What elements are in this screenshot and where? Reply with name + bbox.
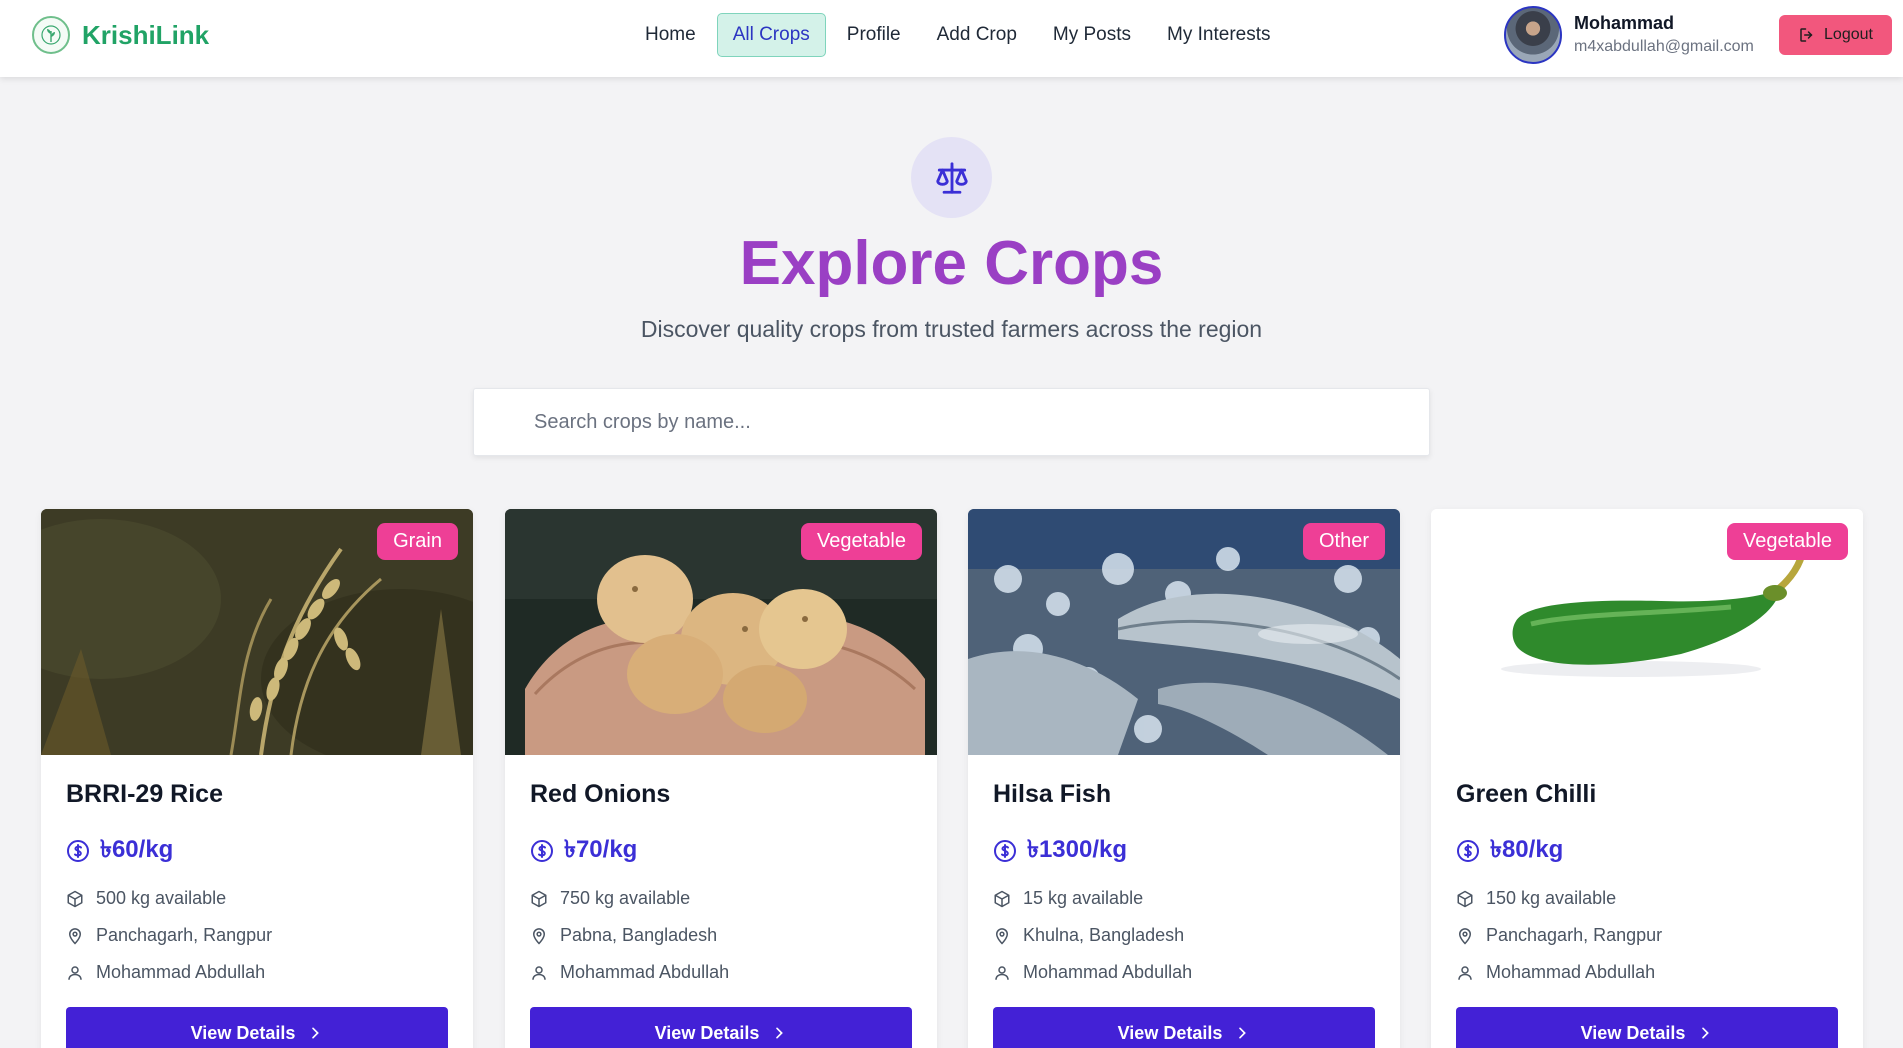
logout-icon [1800, 28, 1813, 42]
location-row: Panchagarh, Rangpur [66, 925, 272, 946]
logout-button[interactable]: Logout [1779, 15, 1892, 55]
crop-location: Panchagarh, Rangpur [1486, 925, 1663, 945]
crop-card: Vegetable Green Chilli ৳80/kg 150 kg ava… [1431, 509, 1863, 1048]
crop-location: Pabna, Bangladesh [560, 925, 718, 945]
dollar-circle-icon [531, 840, 553, 862]
view-details-label: View Details [1580, 1022, 1686, 1043]
location-row: Khulna, Bangladesh [993, 925, 1184, 946]
nav-profile[interactable]: Profile [832, 14, 916, 56]
dollar-circle-icon [994, 840, 1016, 862]
view-details-button[interactable]: View Details [993, 1007, 1375, 1048]
category-badge: Vegetable [1727, 523, 1848, 560]
crop-name: Green Chilli [1456, 780, 1597, 808]
search-input[interactable] [474, 389, 1429, 455]
brand-name: KrishiLink [82, 19, 210, 50]
chevron-right-icon [312, 1027, 320, 1039]
crop-farmer: Mohammad Abdullah [1023, 962, 1193, 982]
chevron-right-icon [1702, 1027, 1710, 1039]
user-icon [532, 965, 546, 980]
crop-card: Other Hilsa Fish ৳1300/kg 15 kg availabl… [968, 509, 1400, 1048]
crop-image-onions: Vegetable [505, 509, 937, 755]
crop-farmer: Mohammad Abdullah [96, 962, 266, 982]
user-email: m4xabdullah@gmail.com [1574, 38, 1754, 55]
chevron-right-icon [776, 1027, 784, 1039]
scale-icon [911, 137, 992, 218]
price-row: ৳60/kg [66, 831, 173, 871]
crop-price: ৳70/kg [564, 836, 638, 863]
user-icon [68, 965, 82, 980]
crop-location: Panchagarh, Rangpur [96, 925, 273, 945]
crop-image-chilli: Vegetable [1431, 509, 1863, 755]
view-details-button[interactable]: View Details [1456, 1007, 1838, 1048]
crop-location: Khulna, Bangladesh [1023, 925, 1185, 945]
category-badge: Other [1302, 523, 1385, 560]
crop-price: ৳60/kg [100, 836, 174, 863]
package-icon [67, 890, 83, 907]
brand[interactable]: KrishiLink [32, 16, 209, 54]
crop-name: Red Onions [530, 780, 671, 808]
crop-name: BRRI-29 Rice [66, 780, 223, 808]
crop-card: Grain BRRI-29 Rice ৳60/kg 500 kg availab… [41, 509, 473, 1048]
view-details-label: View Details [190, 1022, 296, 1043]
dollar-circle-icon [1457, 840, 1479, 862]
nav-home[interactable]: Home [630, 14, 711, 56]
farmer-row: Mohammad Abdullah [530, 962, 729, 983]
package-icon [1457, 890, 1473, 907]
farmer-row: Mohammad Abdullah [1456, 962, 1655, 983]
price-row: ৳80/kg [1456, 831, 1563, 871]
crop-quantity: 150 kg available [1486, 888, 1617, 908]
crop-price: ৳80/kg [1490, 836, 1564, 863]
nav-my-posts[interactable]: My Posts [1038, 14, 1146, 56]
crop-price: ৳1300/kg [1027, 836, 1128, 863]
location-pin-icon [1458, 927, 1472, 945]
quantity-row: 750 kg available [530, 888, 690, 909]
price-row: ৳70/kg [530, 831, 637, 871]
crop-quantity: 500 kg available [96, 888, 227, 908]
location-row: Panchagarh, Rangpur [1456, 925, 1662, 946]
leaf-globe-icon [32, 16, 70, 54]
avatar[interactable] [1504, 6, 1562, 64]
farmer-row: Mohammad Abdullah [993, 962, 1192, 983]
crop-card: Vegetable Red Onions ৳70/kg 750 kg avail… [505, 509, 937, 1048]
location-row: Pabna, Bangladesh [530, 925, 717, 946]
crop-farmer: Mohammad Abdullah [1486, 962, 1656, 982]
quantity-row: 150 kg available [1456, 888, 1616, 909]
user-icon [1458, 965, 1472, 980]
page-subtitle: Discover quality crops from trusted farm… [640, 316, 1263, 342]
category-badge: Vegetable [801, 523, 922, 560]
user-name: Mohammad [1574, 13, 1675, 33]
location-pin-icon [68, 927, 82, 945]
crop-farmer: Mohammad Abdullah [560, 962, 730, 982]
dollar-circle-icon [67, 840, 89, 862]
view-details-button[interactable]: View Details [530, 1007, 912, 1048]
view-details-label: View Details [1117, 1022, 1223, 1043]
package-icon [531, 890, 547, 907]
crop-quantity: 750 kg available [560, 888, 691, 908]
location-pin-icon [532, 927, 546, 945]
crop-image-rice: Grain [41, 509, 473, 755]
top-navbar: KrishiLink Home All Crops Profile Add Cr… [0, 0, 1903, 77]
crop-image-hilsa: Other [968, 509, 1400, 755]
farmer-row: Mohammad Abdullah [66, 962, 265, 983]
logout-label: Logout [1824, 26, 1873, 43]
nav-my-interests[interactable]: My Interests [1152, 14, 1285, 56]
view-details-label: View Details [654, 1022, 760, 1043]
quantity-row: 15 kg available [993, 888, 1143, 909]
location-pin-icon [995, 927, 1009, 945]
view-details-button[interactable]: View Details [66, 1007, 448, 1048]
quantity-row: 500 kg available [66, 888, 226, 909]
crop-quantity: 15 kg available [1023, 888, 1144, 908]
chevron-right-icon [1239, 1027, 1247, 1039]
nav-links: Home All Crops Profile Add Crop My Posts… [630, 13, 1292, 57]
nav-all-crops[interactable]: All Crops [716, 13, 826, 57]
price-row: ৳1300/kg [993, 831, 1127, 871]
nav-add-crop[interactable]: Add Crop [922, 14, 1032, 56]
package-icon [994, 890, 1010, 907]
user-icon [995, 965, 1009, 980]
search-box [473, 388, 1430, 456]
category-badge: Grain [377, 523, 458, 560]
page-title: Explore Crops [739, 229, 1164, 298]
crop-name: Hilsa Fish [993, 780, 1112, 808]
